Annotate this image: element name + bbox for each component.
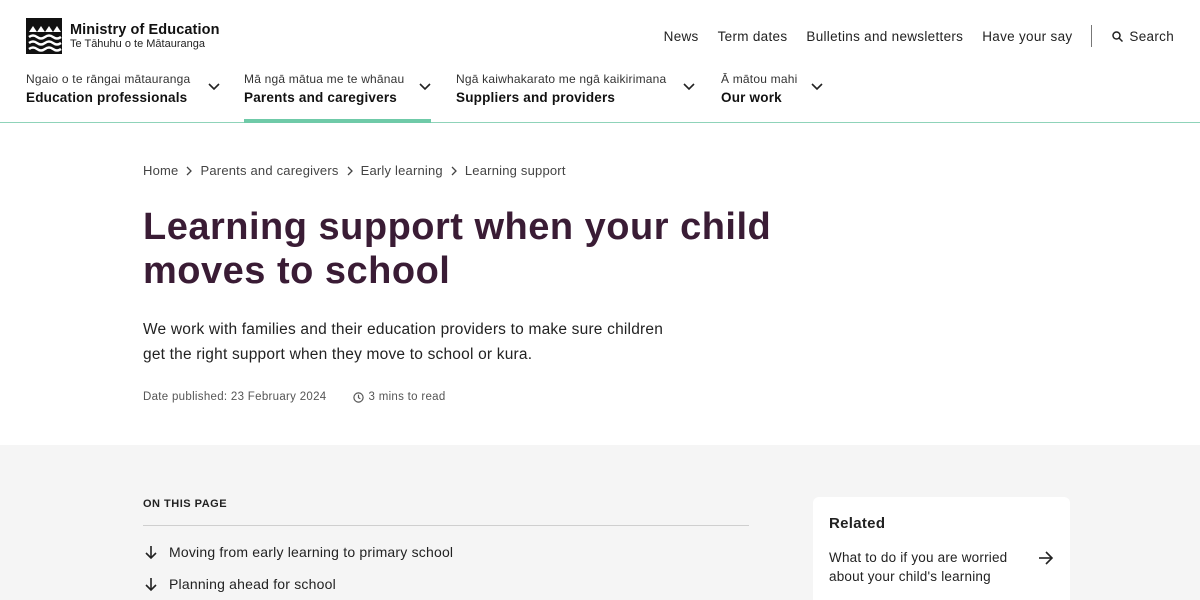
breadcrumb-home[interactable]: Home [143, 163, 178, 178]
chevron-down-icon [683, 83, 695, 91]
nav-item-maori-label: Ngaio o te rāngai mātauranga [26, 72, 191, 86]
related-title: Related [829, 515, 886, 532]
divider [143, 525, 749, 526]
site-header: Ministry of Education Te Tāhuhu o te Māt… [0, 0, 1200, 64]
related-link[interactable]: What to do if you are worried about your… [829, 548, 1054, 586]
content-section: ON THIS PAGE Moving from early learning … [0, 445, 1200, 600]
nav-item-education-professionals[interactable]: Ngaio o te rāngai mātauranga Education p… [26, 71, 223, 122]
arrow-down-icon [145, 545, 157, 559]
chevron-right-icon [347, 166, 353, 176]
breadcrumb-learning-support[interactable]: Learning support [465, 163, 566, 178]
nav-item-maori-label: Mā ngā mātua me te whānau [244, 72, 405, 86]
page-title: Learning support when your child moves t… [143, 206, 772, 292]
nav-item-suppliers-and-providers[interactable]: Ngā kaiwhakarato me ngā kaikirimana Supp… [456, 71, 696, 122]
search-button[interactable]: Search [1112, 29, 1174, 44]
arrow-down-icon [145, 577, 157, 591]
page-meta: Date published: 23 February 2024 3 mins … [143, 391, 446, 403]
page-intro: We work with families and their educatio… [143, 321, 664, 363]
nav-item-label: Suppliers and providers [456, 90, 616, 105]
main-nav: Ngaio o te rāngai mātauranga Education p… [0, 64, 1200, 123]
chevron-down-icon [419, 83, 431, 91]
utility-link-have-your-say[interactable]: Have your say [982, 29, 1072, 44]
nav-item-label: Our work [721, 90, 782, 105]
page-hero: Home Parents and caregivers Early learni… [0, 123, 1200, 445]
breadcrumb-parents-and-caregivers[interactable]: Parents and caregivers [200, 163, 338, 178]
utility-link-bulletins[interactable]: Bulletins and newsletters [806, 29, 963, 44]
date-published: Date published: 23 February 2024 [143, 391, 327, 403]
search-label: Search [1129, 28, 1174, 44]
utility-link-news[interactable]: News [664, 29, 699, 44]
site-logo[interactable]: Ministry of Education Te Tāhuhu o te Māt… [26, 18, 220, 54]
site-maori-name: Te Tāhuhu o te Mātauranga [70, 38, 205, 50]
chevron-right-icon [186, 166, 193, 176]
read-time: 3 mins to read [352, 391, 446, 403]
breadcrumb: Home Parents and caregivers Early learni… [143, 163, 566, 178]
related-link-label: What to do if you are worried about your… [829, 550, 1008, 584]
utility-divider [1091, 25, 1093, 47]
on-this-page-link-label: Planning ahead for school [169, 575, 336, 592]
clock-icon [352, 391, 364, 403]
ministry-logo-icon [26, 18, 62, 54]
nav-item-our-work[interactable]: Ā mātou mahi Our work [721, 71, 831, 122]
arrow-right-icon [1039, 551, 1054, 565]
read-time-label: 3 mins to read [368, 391, 446, 403]
breadcrumb-early-learning[interactable]: Early learning [361, 163, 443, 178]
on-this-page-list: Moving from early learning to primary sc… [143, 542, 453, 600]
nav-item-parents-and-caregivers[interactable]: Mā ngā mātua me te whānau Parents and ca… [244, 71, 431, 123]
utility-link-term-dates[interactable]: Term dates [718, 29, 788, 44]
on-this-page-link[interactable]: Planning ahead for school [143, 574, 453, 593]
chevron-down-icon [811, 83, 823, 91]
related-card: Related What to do if you are worried ab… [813, 497, 1070, 600]
chevron-down-icon [208, 83, 220, 91]
site-name: Ministry of Education [70, 22, 220, 38]
nav-item-maori-label: Ngā kaiwhakarato me ngā kaikirimana [456, 72, 667, 86]
on-this-page-link[interactable]: Moving from early learning to primary sc… [143, 542, 453, 561]
nav-item-label: Parents and caregivers [244, 90, 397, 105]
utility-nav: News Term dates Bulletins and newsletter… [645, 25, 1174, 47]
nav-item-label: Education professionals [26, 90, 188, 105]
search-icon [1112, 30, 1124, 42]
on-this-page-link-label: Moving from early learning to primary sc… [169, 543, 454, 560]
on-this-page-heading: ON THIS PAGE [143, 498, 228, 510]
chevron-right-icon [451, 166, 457, 176]
